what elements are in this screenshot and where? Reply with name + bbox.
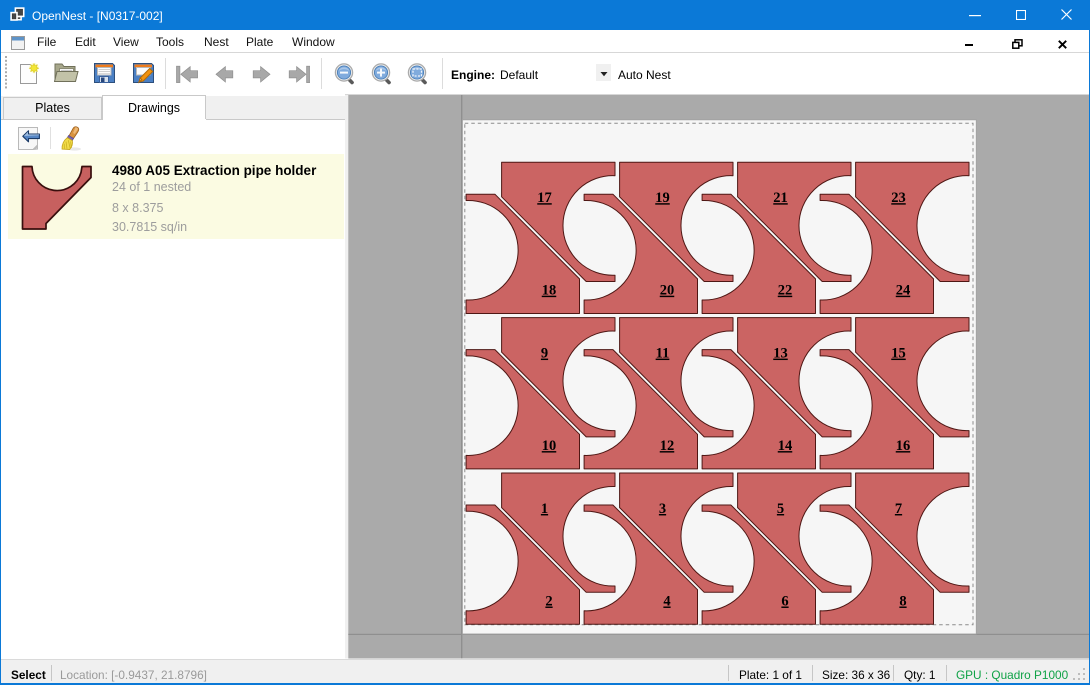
svg-text:2: 2 (545, 594, 552, 610)
svg-text:1: 1 (541, 501, 548, 517)
svg-text:8: 8 (899, 594, 906, 610)
svg-text:22: 22 (778, 283, 793, 299)
svg-text:4: 4 (663, 594, 670, 610)
svg-text:7: 7 (895, 501, 902, 517)
svg-text:16: 16 (896, 438, 911, 454)
svg-text:15: 15 (891, 346, 906, 362)
svg-text:13: 13 (773, 346, 788, 362)
svg-text:21: 21 (773, 190, 788, 206)
svg-text:24: 24 (896, 283, 911, 299)
svg-text:14: 14 (778, 438, 793, 454)
svg-text:12: 12 (660, 438, 675, 454)
svg-text:18: 18 (542, 283, 557, 299)
svg-text:23: 23 (891, 190, 906, 206)
svg-text:11: 11 (656, 346, 670, 362)
svg-text:19: 19 (655, 190, 670, 206)
svg-text:5: 5 (777, 501, 784, 517)
svg-text:9: 9 (541, 346, 548, 362)
svg-text:20: 20 (660, 283, 675, 299)
svg-text:6: 6 (781, 594, 788, 610)
svg-text:3: 3 (659, 501, 666, 517)
svg-text:17: 17 (537, 190, 552, 206)
svg-text:10: 10 (542, 438, 557, 454)
